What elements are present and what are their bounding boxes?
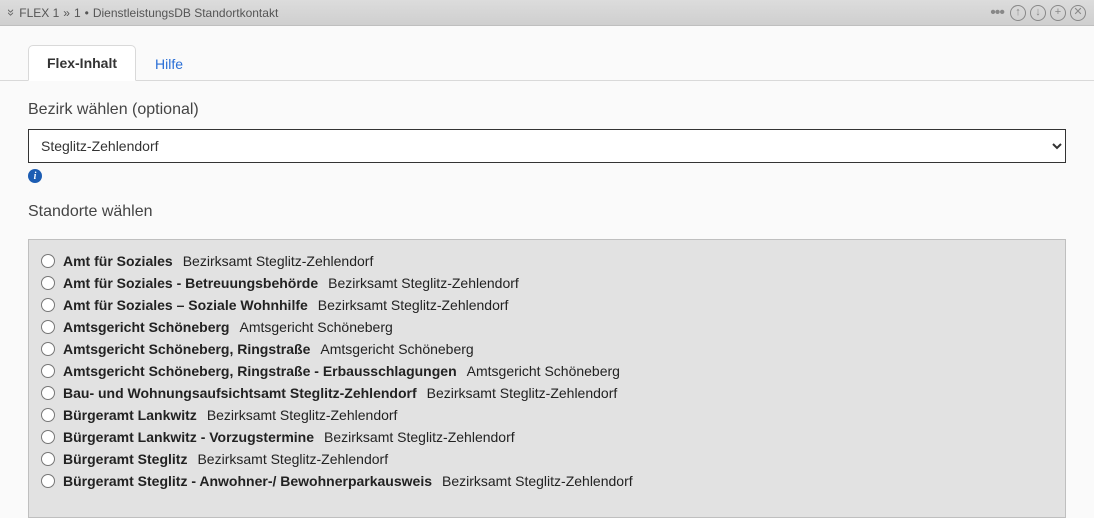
- location-org: Bezirksamt Steglitz-Zehlendorf: [328, 275, 519, 291]
- location-radio[interactable]: [41, 474, 55, 488]
- arrow-down-icon[interactable]: ↓: [1030, 5, 1046, 21]
- district-label: Bezirk wählen (optional): [28, 101, 1066, 119]
- location-org: Amtsgericht Schöneberg: [320, 341, 473, 357]
- location-radio[interactable]: [41, 386, 55, 400]
- location-name: Amtsgericht Schöneberg, Ringstraße - Erb…: [63, 363, 457, 379]
- location-radio[interactable]: [41, 408, 55, 422]
- list-item[interactable]: Amt für Soziales - Betreuungsbehörde Bezi…: [41, 272, 1053, 294]
- location-radio[interactable]: [41, 430, 55, 444]
- location-org: Bezirksamt Steglitz-Zehlendorf: [207, 407, 398, 423]
- list-item[interactable]: Bürgeramt Steglitz Bezirksamt Steglitz-Ze…: [41, 448, 1053, 470]
- tab-hilfe[interactable]: Hilfe: [136, 46, 202, 81]
- titlebar-index: 1: [74, 6, 81, 20]
- location-name: Bürgeramt Steglitz - Anwohner-/ Bewohner…: [63, 473, 432, 489]
- titlebar-prefix: FLEX 1: [19, 6, 59, 20]
- chevron-double-down-icon[interactable]: »: [4, 9, 19, 16]
- location-radio[interactable]: [41, 320, 55, 334]
- tab-row: Flex-Inhalt Hilfe: [0, 26, 1094, 81]
- plus-icon[interactable]: +: [1050, 5, 1066, 21]
- location-radio[interactable]: [41, 254, 55, 268]
- location-org: Amtsgericht Schöneberg: [239, 319, 392, 335]
- location-name: Bau- und Wohnungsaufsichtsamt Steglitz-Z…: [63, 385, 417, 401]
- content: Flex-Inhalt Hilfe Bezirk wählen (optiona…: [0, 26, 1094, 518]
- titlebar: » FLEX 1 » 1 • DienstleistungsDB Standor…: [0, 0, 1094, 26]
- district-select-wrap: Steglitz-Zehlendorf: [28, 129, 1066, 163]
- location-name: Amtsgericht Schöneberg: [63, 319, 229, 335]
- locations-list[interactable]: Amt für Soziales Bezirksamt Steglitz-Zehl…: [28, 239, 1066, 518]
- location-name: Amt für Soziales - Betreuungsbehörde: [63, 275, 318, 291]
- window: » FLEX 1 » 1 • DienstleistungsDB Standor…: [0, 0, 1094, 518]
- location-radio[interactable]: [41, 342, 55, 356]
- titlebar-bullet: •: [85, 6, 89, 20]
- info-icon[interactable]: i: [28, 169, 42, 183]
- list-item[interactable]: Bürgeramt Steglitz - Anwohner-/ Bewohner…: [41, 470, 1053, 492]
- location-name: Bürgeramt Lankwitz: [63, 407, 197, 423]
- arrow-up-icon[interactable]: ↑: [1010, 5, 1026, 21]
- titlebar-left: » FLEX 1 » 1 • DienstleistungsDB Standor…: [8, 5, 278, 20]
- location-name: Bürgeramt Lankwitz - Vorzugstermine: [63, 429, 314, 445]
- location-radio[interactable]: [41, 298, 55, 312]
- more-icon[interactable]: •••: [990, 4, 1004, 22]
- close-icon[interactable]: ✕: [1070, 5, 1086, 21]
- district-select[interactable]: Steglitz-Zehlendorf: [28, 129, 1066, 163]
- panel: Bezirk wählen (optional) Steglitz-Zehlen…: [0, 81, 1094, 518]
- list-item[interactable]: Amt für Soziales – Soziale Wohnhilfe Bezi…: [41, 294, 1053, 316]
- list-item[interactable]: Amtsgericht Schöneberg Amtsgericht Schöne…: [41, 316, 1053, 338]
- list-item[interactable]: Bürgeramt Lankwitz Bezirksamt Steglitz-Ze…: [41, 404, 1053, 426]
- titlebar-sep: »: [63, 6, 70, 20]
- location-radio[interactable]: [41, 452, 55, 466]
- location-org: Bezirksamt Steglitz-Zehlendorf: [324, 429, 515, 445]
- location-radio[interactable]: [41, 276, 55, 290]
- titlebar-title: DienstleistungsDB Standortkontakt: [93, 6, 278, 20]
- location-org: Bezirksamt Steglitz-Zehlendorf: [318, 297, 509, 313]
- location-org: Bezirksamt Steglitz-Zehlendorf: [427, 385, 618, 401]
- location-radio[interactable]: [41, 364, 55, 378]
- titlebar-actions: ••• ↑ ↓ + ✕: [990, 4, 1086, 22]
- list-item[interactable]: Bau- und Wohnungsaufsichtsamt Steglitz-Z…: [41, 382, 1053, 404]
- location-name: Amt für Soziales – Soziale Wohnhilfe: [63, 297, 308, 313]
- location-org: Bezirksamt Steglitz-Zehlendorf: [197, 451, 388, 467]
- list-item[interactable]: Amtsgericht Schöneberg, Ringstraße - Erb…: [41, 360, 1053, 382]
- list-item[interactable]: Amt für Soziales Bezirksamt Steglitz-Zehl…: [41, 250, 1053, 272]
- list-item[interactable]: Bürgeramt Lankwitz - Vorzugstermine Bezir…: [41, 426, 1053, 448]
- location-org: Amtsgericht Schöneberg: [467, 363, 620, 379]
- location-org: Bezirksamt Steglitz-Zehlendorf: [442, 473, 633, 489]
- location-org: Bezirksamt Steglitz-Zehlendorf: [183, 253, 374, 269]
- locations-label: Standorte wählen: [28, 203, 1066, 221]
- location-name: Amt für Soziales: [63, 253, 173, 269]
- tab-flex-inhalt[interactable]: Flex-Inhalt: [28, 45, 136, 81]
- location-name: Bürgeramt Steglitz: [63, 451, 187, 467]
- list-item[interactable]: Amtsgericht Schöneberg, Ringstraße Amtsge…: [41, 338, 1053, 360]
- location-name: Amtsgericht Schöneberg, Ringstraße: [63, 341, 310, 357]
